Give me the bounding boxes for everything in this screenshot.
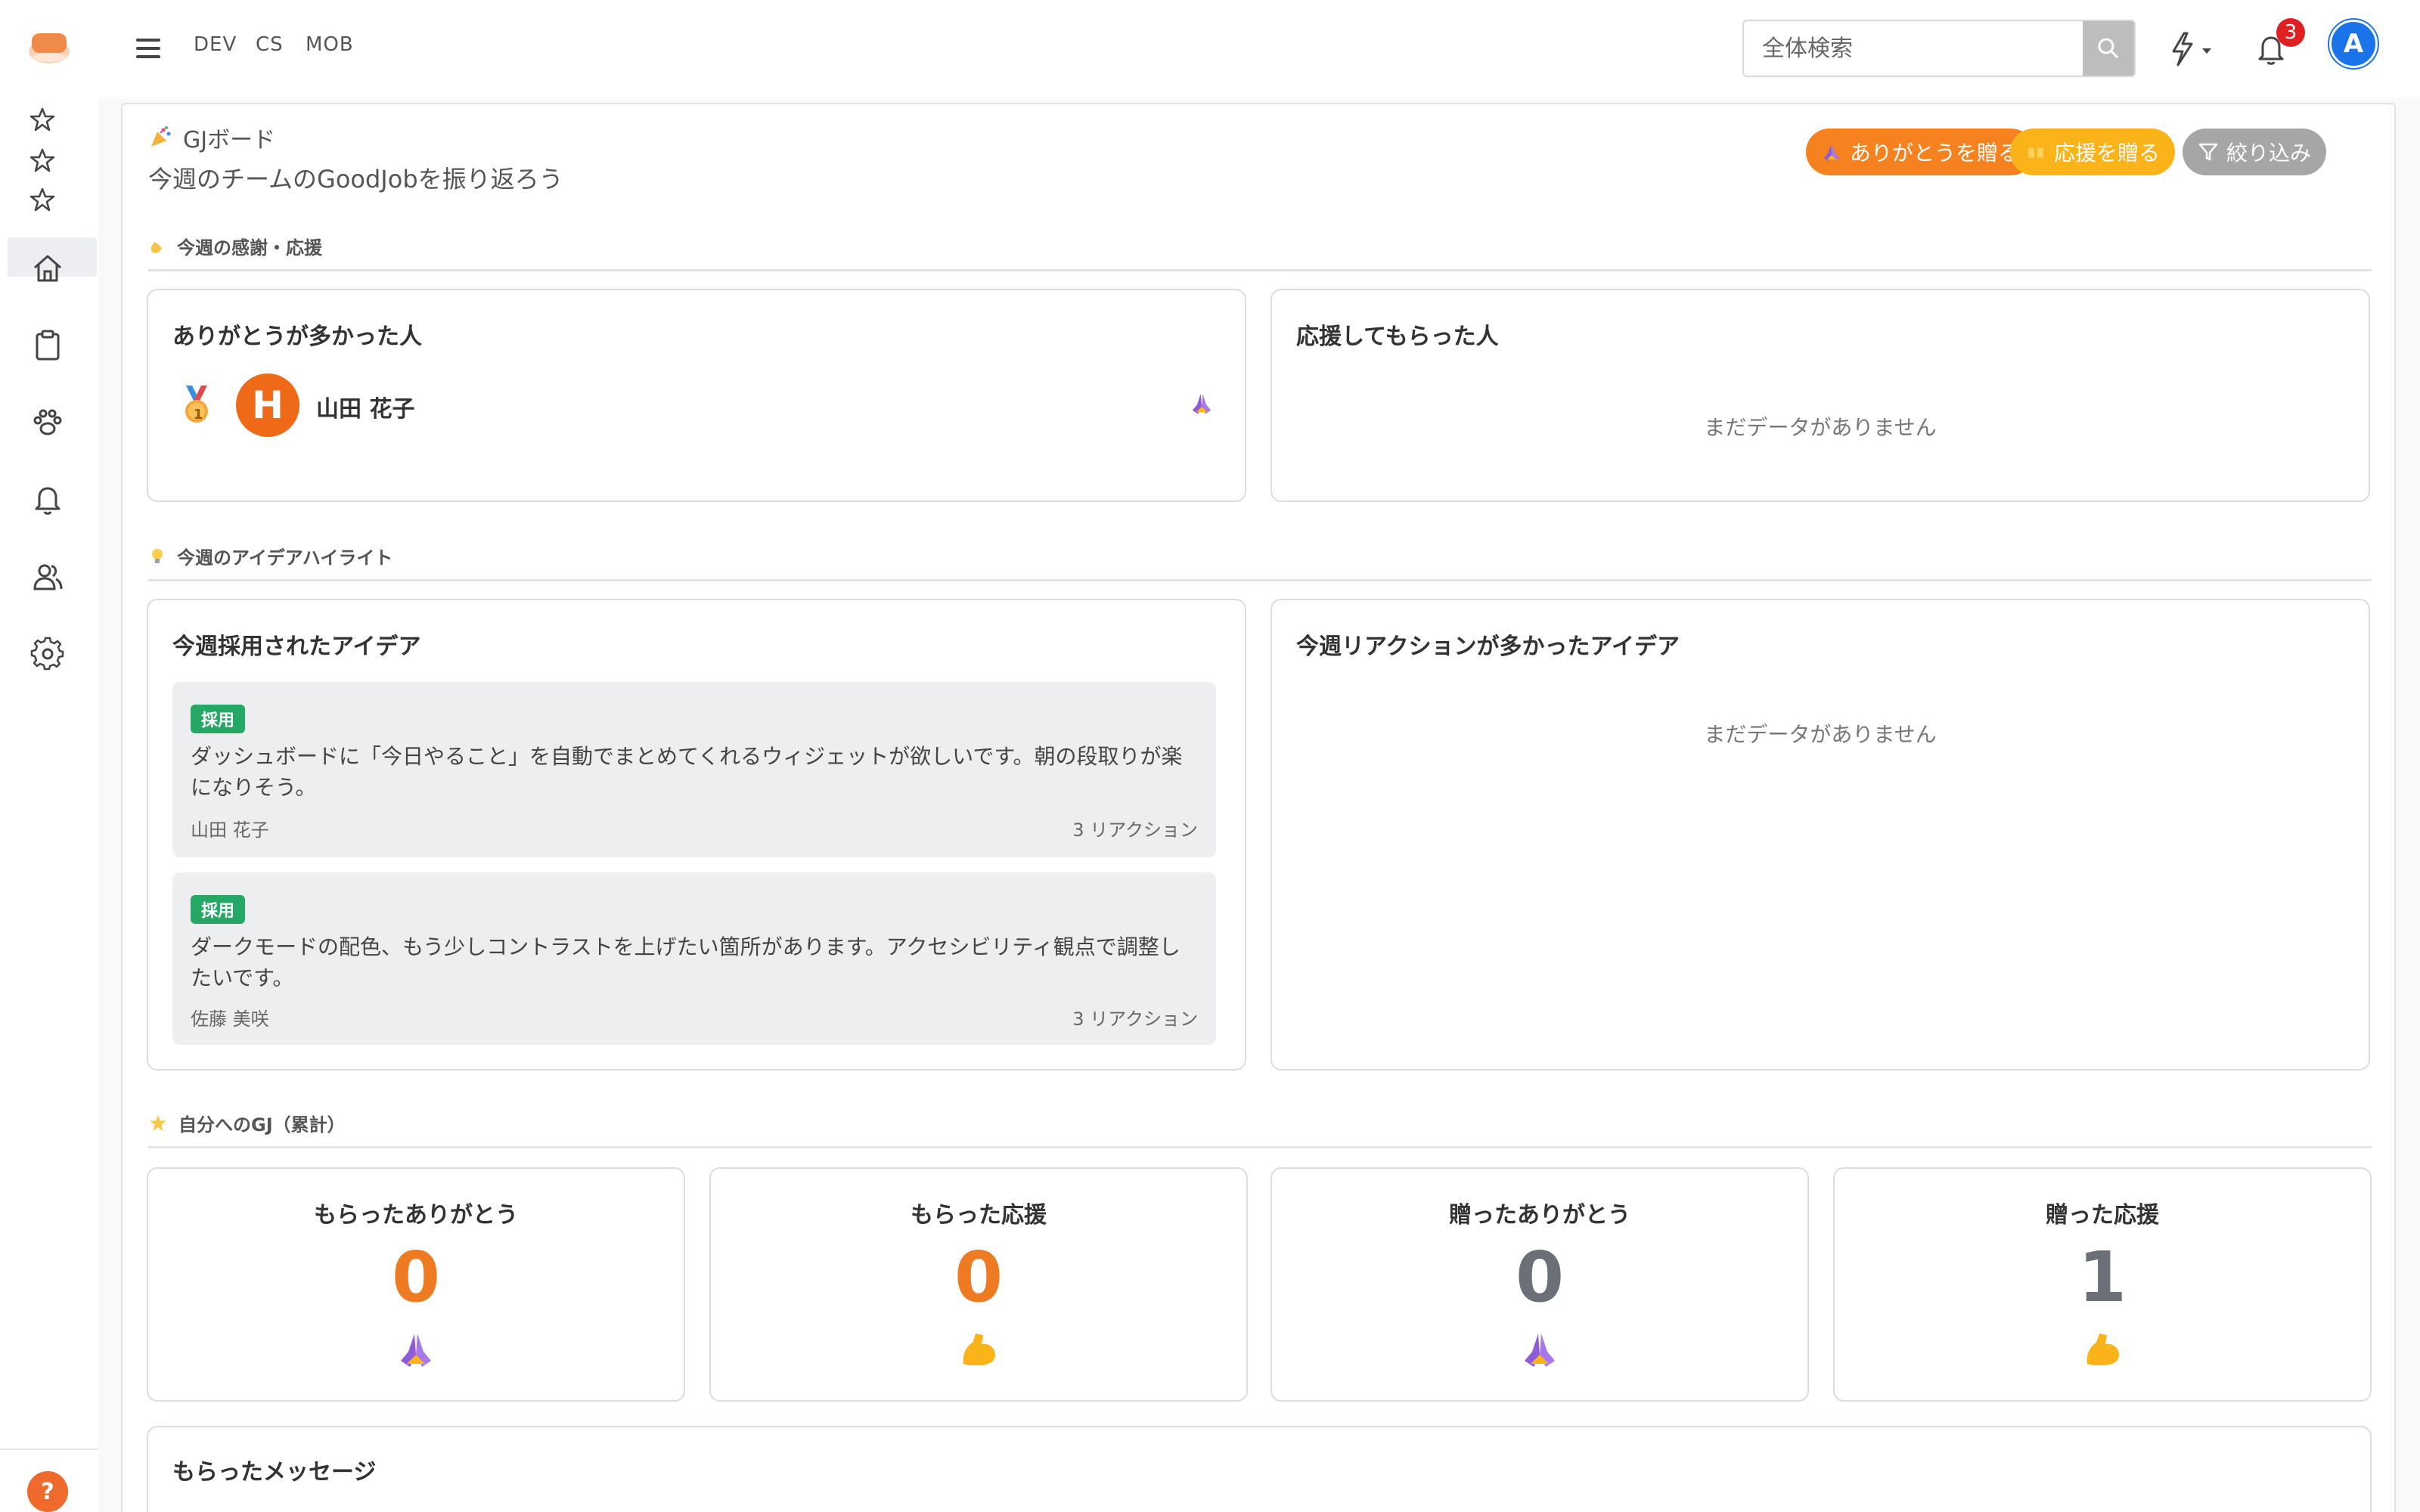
star-icon[interactable] [29, 186, 56, 213]
praying-hands-icon [401, 1334, 431, 1367]
nav-link-cs[interactable]: CS [256, 33, 284, 56]
page-subtitle: 今週のチームのGoodJobを振り返ろう [148, 165, 563, 194]
stat-value: 0 [391, 1237, 440, 1318]
menu-toggle-button[interactable] [135, 35, 162, 62]
section-ideas-title: 今週のアイデアハイライト [177, 547, 393, 569]
party-popper-icon [151, 126, 171, 147]
top-bar: DEV CS MOB 3 A [0, 0, 2420, 98]
paw-icon[interactable] [30, 405, 65, 440]
star-icon[interactable] [29, 106, 56, 133]
idea-author: 佐藤 美咲 [191, 1009, 269, 1030]
search-input[interactable] [1744, 21, 2083, 76]
idea-item[interactable]: 採用 ダークモードの配色、もう少しコントラストを上げたい箇所があります。アクセシ… [172, 872, 1216, 1045]
search-button[interactable] [2083, 21, 2134, 76]
card-title: 応援してもらった人 [1296, 324, 1499, 350]
stat-card: 贈ったありがとう 0 [1270, 1167, 1809, 1402]
card-title: 今週採用されたアイデア [172, 634, 421, 660]
stat-value: 1 [2077, 1237, 2127, 1318]
sidebar-divider [0, 1448, 98, 1450]
stat-card: 贈った応援 1 [1833, 1167, 2372, 1402]
empty-state-text: まだデータがありません [1704, 722, 1937, 747]
avatar[interactable]: H [236, 373, 299, 437]
empty-state-text: まだデータがありません [1704, 415, 1937, 440]
gear-icon[interactable] [30, 637, 65, 671]
idea-author: 山田 花子 [191, 820, 269, 841]
praying-hands-icon [1525, 1334, 1555, 1367]
idea-text: ダークモードの配色、もう少しコントラストを上げたい箇所があります。アクセシビリテ… [191, 934, 1181, 990]
quick-actions-button[interactable] [2167, 30, 2220, 68]
lightbulb-icon [152, 548, 163, 563]
top-reacted-ideas-card: 今週リアクションが多かったアイデア まだデータがありません [1270, 599, 2370, 1070]
stat-icon-wrap [1272, 1328, 1807, 1373]
filter-icon [2198, 143, 2218, 161]
lightning-icon [2172, 32, 2211, 67]
users-icon[interactable] [30, 559, 65, 594]
global-search [1742, 20, 2136, 77]
section-divider [148, 269, 2372, 271]
section-divider [148, 1146, 2372, 1148]
idea-reaction-count: 3 リアクション [1072, 1009, 1198, 1030]
section-ideas-heading: 今週のアイデアハイライト [148, 543, 392, 569]
filter-label: 絞り込み [2226, 141, 2312, 166]
person-name[interactable]: 山田 花子 [316, 390, 414, 423]
received-messages-card: もらったメッセージ [147, 1426, 2372, 1512]
idea-item[interactable]: 採用 ダッシュボードに「今日やること」を自動でまとめてくれるウィジェットが欲しい… [172, 682, 1216, 857]
clapping-hands-icon [150, 241, 162, 253]
home-icon[interactable] [30, 251, 65, 286]
stat-card: もらったありがとう 0 [147, 1167, 685, 1402]
flexed-biceps-icon [963, 1334, 995, 1365]
idea-text: ダッシュボードに「今日やること」を自動でまとめてくれるウィジェットが欲しいです。… [191, 744, 1183, 800]
stat-label: 贈ったありがとう [1449, 1202, 1630, 1228]
stat-value: 0 [954, 1237, 1003, 1318]
adopted-badge: 採用 [191, 895, 246, 924]
bell-icon[interactable] [30, 482, 65, 517]
user-avatar[interactable]: A [2329, 20, 2378, 68]
sidebar: ? [0, 98, 98, 1512]
section-weekly-heading: 今週の感謝・応援 [148, 233, 322, 259]
stat-icon-wrap [1835, 1328, 2370, 1373]
nav-link-dev[interactable]: DEV [194, 33, 237, 56]
send-cheer-label: 応援を贈る [2054, 141, 2161, 166]
nav-link-mob[interactable]: MOB [306, 33, 354, 56]
stat-icon-wrap [148, 1328, 684, 1373]
section-mine-heading: 自分へのGJ（累計） [148, 1110, 346, 1136]
card-title: もらったメッセージ [172, 1459, 377, 1486]
idea-reaction-count: 3 リアクション [1072, 820, 1198, 841]
send-cheer-button[interactable]: 応援を贈る [2010, 129, 2176, 175]
stat-label: もらった応援 [911, 1202, 1047, 1228]
stat-icon-wrap [711, 1328, 1246, 1373]
send-thanks-button[interactable]: ありがとうを贈る [1806, 129, 2035, 175]
page-title-text: GJボード [183, 127, 276, 153]
star-icon[interactable] [29, 147, 56, 174]
clipboard-icon[interactable] [30, 328, 65, 363]
help-button[interactable]: ? [27, 1471, 68, 1512]
section-divider [148, 579, 2372, 581]
send-thanks-label: ありがとうを贈る [1850, 141, 2020, 166]
search-icon [2098, 38, 2119, 59]
section-mine-title: 自分へのGJ（累計） [178, 1114, 346, 1136]
stat-card: もらった応援 0 [709, 1167, 1248, 1402]
flexed-biceps-icon [2086, 1334, 2119, 1365]
app-logo[interactable] [27, 29, 71, 67]
praying-hands-icon [1192, 393, 1212, 414]
adopted-badge: 採用 [191, 705, 246, 733]
stat-label: 贈った応援 [2046, 1202, 2159, 1228]
page-title: GJボード [148, 121, 275, 154]
top-cheer-card: 応援してもらった人 まだデータがありません [1270, 289, 2370, 502]
card-title: ありがとうが多かった人 [172, 324, 422, 350]
section-weekly-title: 今週の感謝・応援 [177, 237, 322, 259]
star-icon [150, 1114, 166, 1131]
gj-board-panel: GJボード 今週のチームのGoodJobを振り返ろう ありがとうを贈る 応援を贈… [121, 103, 2396, 1512]
adopted-ideas-card: 今週採用されたアイデア 採用 ダッシュボードに「今日やること」を自動でまとめてく… [147, 599, 1246, 1070]
filter-button[interactable]: 絞り込み [2183, 129, 2327, 175]
card-title: 今週リアクションが多かったアイデア [1296, 634, 1680, 660]
stat-value: 0 [1515, 1237, 1564, 1318]
rank-number: 1 [193, 407, 203, 423]
praying-hands-icon [1824, 144, 1839, 161]
notification-count-badge: 3 [2276, 18, 2305, 47]
stat-label: もらったありがとう [314, 1202, 518, 1228]
top-thanks-card: ありがとうが多かった人 1 H 山田 花子 [147, 289, 1246, 502]
raised-hands-icon [2028, 147, 2043, 158]
